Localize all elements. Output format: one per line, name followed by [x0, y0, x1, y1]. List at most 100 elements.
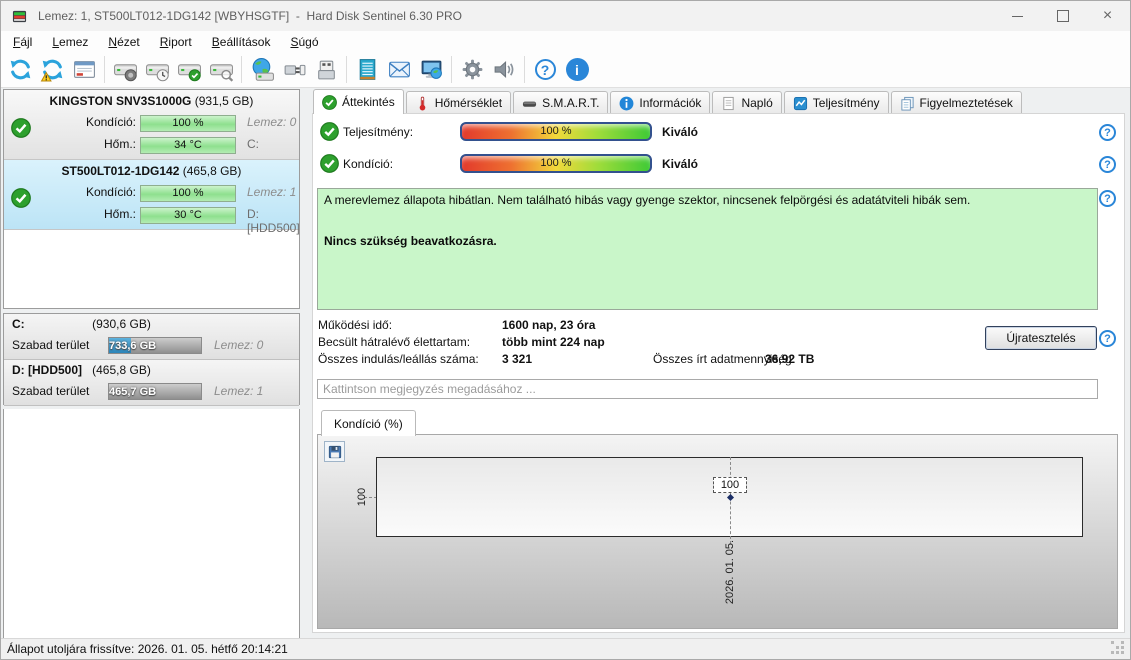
maximize-button[interactable]	[1040, 1, 1085, 31]
help-button[interactable]: ?	[529, 55, 561, 85]
status-text: Állapot utoljára frissítve: 2026. 01. 05…	[7, 642, 288, 656]
disk-title: KINGSTON SNV3S1000G (931,5 GB)	[4, 90, 299, 108]
disk-size: (931,5 GB)	[194, 94, 254, 108]
tab-label: Teljesítmény	[812, 96, 880, 110]
tab-temperature[interactable]: Hőmérséklet	[405, 91, 512, 114]
tab-label: Áttekintés	[342, 95, 395, 109]
toolbar: ? i	[1, 52, 1130, 88]
disk-sound-test-icon	[113, 57, 138, 82]
menu-file[interactable]: Fájl	[3, 33, 42, 51]
speaker-icon	[494, 61, 513, 78]
condition-bar: 100 %	[460, 154, 652, 173]
close-button[interactable]: ×	[1085, 1, 1130, 31]
temperature-bar: 30 °C	[140, 207, 236, 224]
retest-button[interactable]: Újratesztelés	[985, 326, 1097, 350]
temperature-label: Hőm.:	[103, 137, 136, 151]
performance-rating: Kiváló	[662, 125, 699, 139]
chart-tab-condition[interactable]: Kondíció (%)	[321, 410, 416, 436]
partition-size: (465,8 GB)	[92, 363, 151, 377]
health-status-message: A merevlemez állapota hibátlan. Nem talá…	[324, 193, 971, 207]
network-disk-button[interactable]	[246, 55, 278, 85]
log-icon	[359, 59, 375, 80]
tab-alerts[interactable]: Figyelmeztetések	[890, 91, 1022, 114]
menu-report[interactable]: Riport	[150, 33, 202, 51]
comment-input[interactable]	[317, 379, 1098, 399]
status-bar: Állapot utoljára frissítve: 2026. 01. 05…	[1, 638, 1130, 659]
hard-disk-sentinel-window: Lemez: 1, ST500LT012-1DG142 [WBYHSGTF] -…	[0, 0, 1131, 660]
connect-device-button[interactable]	[310, 55, 342, 85]
disk-sound-test-button[interactable]	[109, 55, 141, 85]
condition-ok-icon	[320, 154, 339, 173]
toolbar-separator	[241, 56, 242, 83]
information-button[interactable]: i	[561, 55, 593, 85]
disk-ok-icon	[11, 118, 31, 138]
toolbar-separator	[346, 56, 347, 83]
report-window-icon	[73, 61, 95, 78]
condition-help-icon[interactable]: ?	[1099, 156, 1116, 173]
retest-all-button[interactable]	[36, 55, 68, 85]
menu-disk[interactable]: Lemez	[42, 33, 98, 51]
disk-ok-test-button[interactable]	[173, 55, 205, 85]
menu-settings[interactable]: Beállítások	[202, 33, 281, 51]
log-button[interactable]	[351, 55, 383, 85]
free-space-value: 465,7 GB	[109, 386, 157, 398]
maximize-icon	[1056, 10, 1069, 22]
partition-item-d[interactable]: D: [HDD500] (465,8 GB) Szabad terület 46…	[4, 360, 299, 406]
sidebar-empty-area	[3, 409, 300, 639]
menu-view[interactable]: Nézet	[98, 33, 149, 51]
health-status-action: Nincs szükség beavatkozásra.	[324, 234, 497, 248]
retest-button-label: Újratesztelés	[1006, 331, 1076, 345]
refresh-icon	[10, 59, 30, 80]
temperature-bar: 34 °C	[140, 137, 236, 154]
network-monitor-button[interactable]	[415, 55, 447, 85]
settings-button[interactable]	[456, 55, 488, 85]
email-button[interactable]	[383, 55, 415, 85]
menu-bar: Fájl Lemez Nézet Riport Beállítások Súgó	[1, 31, 1130, 52]
disk-index-label: Lemez: 0	[214, 338, 264, 352]
tab-performance[interactable]: Teljesítmény	[783, 91, 889, 114]
tab-information[interactable]: Információk	[610, 91, 711, 114]
retest-help-icon[interactable]: ?	[1099, 330, 1116, 347]
condition-label: Kondíció:	[343, 157, 394, 171]
drive-letter: C:	[247, 137, 259, 151]
disk-analyze-button[interactable]	[205, 55, 237, 85]
power-on-time-value: 1600 nap, 23 óra	[502, 318, 596, 332]
condition-label: Kondíció:	[85, 115, 136, 129]
performance-help-icon[interactable]: ?	[1099, 124, 1116, 141]
disconnect-device-button[interactable]	[278, 55, 310, 85]
power-on-time-label: Működési idő:	[318, 318, 393, 332]
partition-panel: C: (930,6 GB) Szabad terület 733,6 GB Le…	[3, 313, 300, 406]
partition-size: (930,6 GB)	[92, 317, 151, 331]
save-chart-button[interactable]	[324, 441, 345, 462]
sounds-button[interactable]	[488, 55, 520, 85]
partition-item-c[interactable]: C: (930,6 GB) Szabad terület 733,6 GB Le…	[4, 314, 299, 360]
disk-size: (465,8 GB)	[182, 164, 242, 178]
disk-list-panel: KINGSTON SNV3S1000G (931,5 GB) Kondíció:…	[3, 89, 300, 309]
refresh-button[interactable]	[4, 55, 36, 85]
toolbar-separator	[104, 56, 105, 83]
report-button[interactable]	[68, 55, 100, 85]
start-stop-value: 3 321	[502, 352, 533, 366]
menu-help[interactable]: Súgó	[280, 33, 328, 51]
pages-icon	[900, 96, 914, 111]
disk-index-label: Lemez: 1	[214, 384, 264, 398]
help-icon: ?	[534, 59, 556, 80]
status-help-icon[interactable]: ?	[1099, 190, 1116, 207]
document-icon	[723, 96, 735, 110]
chart-icon	[793, 96, 807, 110]
tab-overview[interactable]: Áttekintés	[313, 89, 404, 114]
start-stop-label: Összes indulás/leállás száma:	[318, 352, 479, 366]
tab-log[interactable]: Napló	[712, 91, 782, 114]
disk-schedule-button[interactable]	[141, 55, 173, 85]
disk-name: KINGSTON SNV3S1000G	[49, 94, 192, 108]
window-controls: ×	[995, 1, 1130, 31]
minimize-button[interactable]	[995, 1, 1040, 31]
free-space-bar: 733,6 GB	[108, 337, 202, 354]
chart-x-tick-date: 2026. 01. 05.	[724, 539, 736, 605]
disk-item-kingston[interactable]: KINGSTON SNV3S1000G (931,5 GB) Kondíció:…	[4, 90, 299, 160]
drive-letter: D: [HDD500]	[247, 207, 300, 235]
resize-grip[interactable]	[1111, 641, 1114, 644]
tab-smart[interactable]: S.M.A.R.T.	[513, 91, 609, 114]
connect-device-icon	[317, 60, 335, 80]
disk-item-seagate-selected[interactable]: ST500LT012-1DG142 (465,8 GB) Kondíció: 1…	[4, 160, 300, 235]
